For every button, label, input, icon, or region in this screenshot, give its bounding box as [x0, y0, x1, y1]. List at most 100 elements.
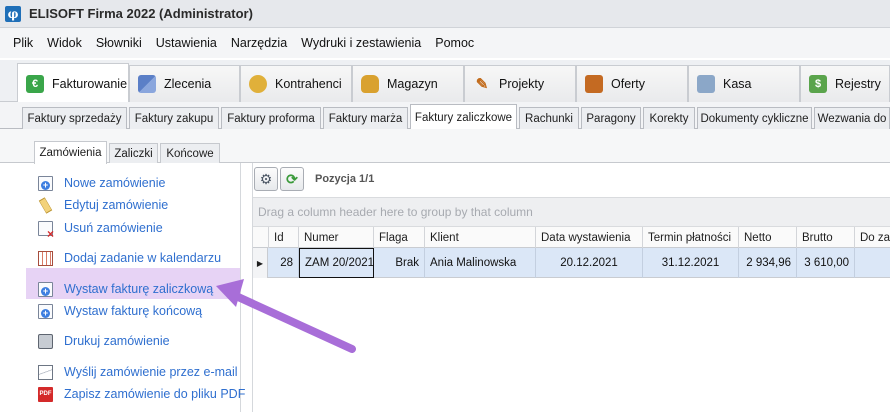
warehouse-bag-icon [361, 75, 379, 93]
menu-ustawienia[interactable]: Ustawienia [149, 36, 224, 50]
settings-button[interactable]: ⚙ [254, 167, 278, 191]
register-icon: $ [809, 75, 827, 93]
menu-widok[interactable]: Widok [40, 36, 89, 50]
column-header-brutto[interactable]: Brutto [797, 227, 855, 248]
action-label: Nowe zamówienie [64, 176, 166, 190]
edit-pencil-icon [38, 196, 53, 214]
cell-brutto: 3 610,00 [797, 248, 855, 278]
invoice-type-tabs: Faktury sprzedaży Faktury zakupu Faktury… [0, 102, 890, 130]
new-order-action[interactable]: Nowe zamówienie [38, 173, 165, 193]
title-bar: φ ELISOFT Firma 2022 (Administrator) [0, 0, 890, 28]
calendar-icon [38, 250, 53, 266]
issue-advance-invoice-action[interactable]: Wystaw fakturę zaliczkową [38, 279, 213, 299]
briefcase-icon [585, 75, 603, 93]
window-title: ELISOFT Firma 2022 (Administrator) [29, 6, 253, 21]
tab-zlecenia[interactable]: Zlecenia [129, 65, 240, 102]
column-header-netto[interactable]: Netto [739, 227, 797, 248]
tab-label: Projekty [499, 77, 545, 91]
cell-id: 28 [269, 248, 299, 278]
menu-bar: Plik Widok Słowniki Ustawienia Narzędzia… [0, 28, 890, 58]
tab-fakturowanie[interactable]: € Fakturowanie [17, 63, 129, 103]
new-document-icon [38, 281, 53, 297]
cell-klient: Ania Malinowska [425, 248, 536, 278]
action-label: Drukuj zamówienie [64, 334, 170, 348]
row-indicator-header [253, 227, 269, 248]
tab-wezwania[interactable]: Wezwania do [814, 107, 890, 129]
order-tabs: Zamówienia Zaliczki Końcowe [0, 129, 890, 164]
group-by-panel[interactable]: Drag a column header here to group by th… [253, 197, 890, 227]
add-calendar-task-action[interactable]: Dodaj zadanie w kalendarzu [38, 248, 221, 268]
action-label: Dodaj zadanie w kalendarzu [64, 251, 222, 265]
refresh-button[interactable]: ⟳ [280, 167, 304, 191]
tab-korekty[interactable]: Korekty [643, 107, 695, 129]
cell-data-wystawienia: 20.12.2021 [536, 248, 643, 278]
action-label: Edytuj zamówienie [64, 198, 169, 212]
action-label: Wystaw fakturę zaliczkową [64, 282, 214, 296]
tab-faktury-zakupu[interactable]: Faktury zakupu [129, 107, 219, 129]
delete-order-action[interactable]: Usuń zamówienie [38, 218, 163, 238]
tab-oferty[interactable]: Oferty [576, 65, 688, 102]
tab-zaliczki[interactable]: Zaliczki [109, 143, 158, 163]
column-header-data-wystawienia[interactable]: Data wystawienia [536, 227, 643, 248]
tab-rachunki[interactable]: Rachunki [519, 107, 579, 129]
tab-kasa[interactable]: Kasa [688, 65, 800, 102]
tab-label: Kasa [723, 77, 752, 91]
tab-zamowienia[interactable]: Zamówienia [34, 141, 107, 164]
app-logo-icon: φ [5, 5, 21, 22]
tab-label: Fakturowanie [52, 76, 128, 91]
actions-panel: Nowe zamówienie Edytuj zamówienie Usuń z… [28, 163, 245, 412]
cell-do-zaplaty [855, 248, 890, 278]
tab-magazyn[interactable]: Magazyn [352, 65, 464, 102]
action-label: Zapisz zamówienie do pliku PDF [64, 387, 246, 401]
email-order-action[interactable]: Wyślij zamówienie przez e-mail [38, 362, 238, 382]
orders-icon [138, 75, 156, 93]
menu-pomoc[interactable]: Pomoc [428, 36, 481, 50]
contacts-icon [249, 75, 267, 93]
action-label: Wystaw fakturę końcową [64, 304, 203, 318]
tab-faktury-zaliczkowe[interactable]: Faktury zaliczkowe [410, 104, 517, 130]
print-order-action[interactable]: Drukuj zamówienie [38, 331, 170, 351]
refresh-icon: ⟳ [286, 170, 298, 187]
tab-faktury-marza[interactable]: Faktury marża [323, 107, 408, 129]
new-document-icon [38, 303, 53, 319]
tab-label: Oferty [611, 77, 646, 91]
save-pdf-action[interactable]: PDF Zapisz zamówienie do pliku PDF [38, 384, 245, 404]
column-header-numer[interactable]: Numer [299, 227, 374, 248]
pdf-icon: PDF [38, 386, 53, 402]
menu-wydruki[interactable]: Wydruki i zestawienia [294, 36, 428, 50]
table-row[interactable]: ▶ 28 ZAM 20/2021 Brak Ania Malinowska 20… [253, 248, 890, 278]
cell-numer: ZAM 20/2021 [299, 248, 374, 278]
tab-label: Zlecenia [164, 77, 212, 91]
email-icon [38, 364, 53, 380]
tab-faktury-sprzedazy[interactable]: Faktury sprzedaży [22, 107, 127, 129]
euro-icon: € [26, 74, 44, 93]
grid-toolbar: ⚙ ⟳ Pozycja 1/1 [253, 163, 890, 197]
column-header-id[interactable]: Id [269, 227, 299, 248]
tab-rejestry[interactable]: $ Rejestry [800, 65, 890, 102]
column-header-flaga[interactable]: Flaga [374, 227, 425, 248]
printer-icon [38, 333, 53, 349]
menu-slowniki[interactable]: Słowniki [89, 36, 149, 50]
column-header-klient[interactable]: Klient [425, 227, 536, 248]
tab-kontrahenci[interactable]: Kontrahenci [240, 65, 352, 102]
issue-final-invoice-action[interactable]: Wystaw fakturę końcową [38, 301, 202, 321]
row-indicator-icon: ▶ [253, 248, 268, 278]
cell-netto: 2 934,96 [739, 248, 797, 278]
cell-flaga: Brak [374, 248, 425, 278]
action-label: Usuń zamówienie [64, 221, 163, 235]
column-header-termin-platnosci[interactable]: Termin płatności [643, 227, 739, 248]
pen-icon: ✎ [475, 76, 489, 93]
tab-projekty[interactable]: ✎ Projekty [464, 65, 576, 102]
column-header-do-zaplaty[interactable]: Do zap [855, 227, 890, 248]
menu-narzedzia[interactable]: Narzędzia [224, 36, 294, 50]
delete-document-icon [38, 220, 55, 238]
cell-termin-platnosci: 31.12.2021 [643, 248, 739, 278]
tab-koncowe[interactable]: Końcowe [160, 143, 220, 163]
position-label: Pozycja 1/1 [315, 173, 375, 185]
tab-dokumenty-cykliczne[interactable]: Dokumenty cykliczne [697, 107, 812, 129]
tab-label: Kontrahenci [275, 77, 342, 91]
tab-paragony[interactable]: Paragony [581, 107, 641, 129]
tab-faktury-proforma[interactable]: Faktury proforma [221, 107, 321, 129]
edit-order-action[interactable]: Edytuj zamówienie [38, 195, 168, 215]
menu-plik[interactable]: Plik [6, 36, 40, 50]
